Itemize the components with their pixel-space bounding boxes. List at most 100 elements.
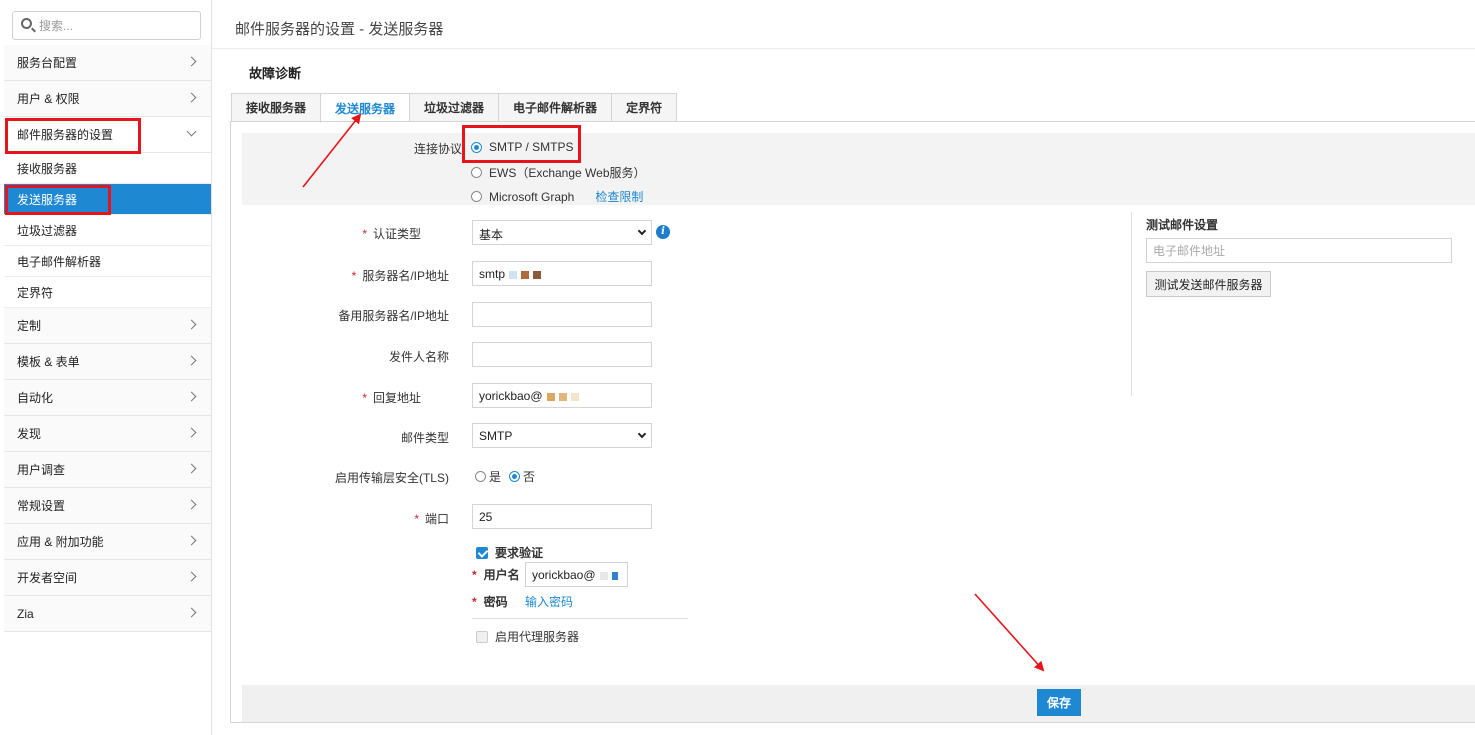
- sidebar-subitem-label: 垃圾过滤器: [17, 223, 78, 238]
- tab-incoming-server[interactable]: 接收服务器: [231, 93, 321, 122]
- search-box[interactable]: [12, 11, 201, 40]
- sender-name-input[interactable]: [472, 342, 652, 367]
- mail-type-label: 邮件类型: [400, 431, 449, 445]
- tls-option-yes[interactable]: 是: [475, 468, 501, 485]
- port-label: * 端口: [414, 512, 449, 526]
- test-email-input[interactable]: [1146, 238, 1452, 263]
- reply-address-value: yorickbao@: [479, 389, 543, 403]
- sidebar-item-label: 开发者空间: [17, 571, 78, 585]
- save-button[interactable]: 保存: [1037, 689, 1081, 716]
- search-input[interactable]: [39, 17, 194, 35]
- test-outgoing-server-button[interactable]: 测试发送邮件服务器: [1146, 271, 1271, 297]
- chevron-right-icon: [186, 56, 197, 67]
- info-icon[interactable]: i: [656, 225, 670, 239]
- require-auth-checkbox-row[interactable]: 要求验证: [476, 544, 543, 561]
- tab-spam-filter[interactable]: 垃圾过滤器: [409, 93, 499, 122]
- sidebar-subitem-outgoing-server[interactable]: 发送服务器: [4, 184, 211, 215]
- sidebar-item-label: 发现: [17, 427, 42, 441]
- page-header: 邮件服务器的设置 - 发送服务器: [212, 0, 1475, 49]
- auth-type-label: * 认证类型: [362, 227, 421, 241]
- sidebar-item-mail-server-settings[interactable]: 邮件服务器的设置: [4, 117, 211, 153]
- chevron-right-icon: [186, 391, 197, 402]
- sidebar-subitem-delimiter[interactable]: 定界符: [4, 277, 211, 308]
- radio-unselected[interactable]: [475, 471, 486, 482]
- app-window: 服务台配置 用户 & 权限 邮件服务器的设置 接收服务器 发送服务器 垃圾过滤器: [0, 0, 1475, 735]
- sidebar-item-label: 常规设置: [17, 499, 66, 513]
- protocol-option-label: EWS（Exchange Web服务）: [489, 166, 646, 180]
- username-label: * 用户名: [472, 567, 520, 583]
- port-value: 25: [479, 510, 493, 524]
- sidebar-item-helpdesk[interactable]: 服务台配置: [4, 45, 211, 81]
- protocol-option-ews[interactable]: EWS（Exchange Web服务）: [471, 164, 646, 181]
- sidebar-item-label: 自动化: [17, 391, 54, 405]
- chevron-right-icon: [186, 319, 197, 330]
- test-mail-settings-title: 测试邮件设置: [1146, 218, 1219, 232]
- auth-type-select[interactable]: 基本: [472, 220, 652, 245]
- sidebar-item-label: Zia: [17, 606, 34, 621]
- tab-email-parser[interactable]: 电子邮件解析器: [498, 93, 612, 122]
- sidebar-item-general-settings[interactable]: 常规设置: [4, 488, 211, 524]
- search-icon: [21, 18, 32, 29]
- sidebar-item-zia[interactable]: Zia: [4, 596, 211, 632]
- username-input[interactable]: yorickbao@: [525, 562, 628, 587]
- protocol-option-label: Microsoft Graph: [489, 189, 575, 204]
- enter-password-link[interactable]: 输入密码: [525, 593, 573, 610]
- chevron-right-icon: [186, 535, 197, 546]
- sidebar-item-developer-space[interactable]: 开发者空间: [4, 560, 211, 596]
- sidebar-item-users-permissions[interactable]: 用户 & 权限: [4, 81, 211, 117]
- chevron-right-icon: [186, 355, 197, 366]
- check-limits-link[interactable]: 检查限制: [595, 188, 643, 205]
- sidebar-subitem-incoming-server[interactable]: 接收服务器: [4, 153, 211, 184]
- sidebar-item-discovery[interactable]: 发现: [4, 416, 211, 452]
- radio-selected[interactable]: [509, 471, 520, 482]
- sender-name-label: 发件人名称: [388, 350, 449, 364]
- checkbox-unchecked[interactable]: [476, 630, 488, 643]
- checkbox-checked[interactable]: [476, 546, 488, 559]
- content-frame: [230, 121, 1475, 723]
- port-input[interactable]: 25: [472, 504, 652, 529]
- chevron-down-icon: [637, 429, 647, 439]
- sidebar-subitem-label: 定界符: [17, 285, 54, 300]
- radio-unselected[interactable]: [471, 191, 482, 202]
- tab-bar: 接收服务器 发送服务器 垃圾过滤器 电子邮件解析器 定界符: [231, 93, 678, 123]
- server-label: * 服务器名/IP地址: [351, 269, 449, 283]
- sidebar-subitem-email-parser[interactable]: 电子邮件解析器: [4, 246, 211, 277]
- chevron-right-icon: [186, 427, 197, 438]
- radio-selected[interactable]: [471, 141, 482, 153]
- chevron-right-icon: [186, 463, 197, 474]
- tls-no-label: 否: [523, 470, 536, 484]
- sidebar-item-label: 服务台配置: [17, 56, 78, 70]
- sidebar-subitem-label: 发送服务器: [17, 192, 78, 207]
- reply-address-input[interactable]: yorickbao@: [472, 383, 652, 408]
- chevron-right-icon: [186, 499, 197, 510]
- sidebar-item-label: 用户调查: [17, 463, 66, 477]
- proxy-checkbox-row[interactable]: 启用代理服务器: [476, 628, 579, 645]
- tls-option-no[interactable]: 否: [509, 468, 535, 485]
- tab-delimiter[interactable]: 定界符: [611, 93, 678, 122]
- backup-server-label: 备用服务器名/IP地址: [338, 309, 449, 323]
- backup-server-input[interactable]: [472, 302, 652, 327]
- password-label: * 密码: [472, 594, 508, 610]
- sidebar-item-label: 用户 & 权限: [17, 92, 80, 106]
- protocol-option-graph[interactable]: Microsoft Graph 检查限制: [471, 188, 643, 205]
- chevron-down-icon: [637, 226, 647, 236]
- sidebar-nav: 服务台配置 用户 & 权限 邮件服务器的设置 接收服务器 发送服务器 垃圾过滤器: [4, 45, 211, 632]
- mail-type-value: SMTP: [479, 429, 513, 443]
- vertical-divider: [1131, 212, 1132, 396]
- server-input[interactable]: smtp: [472, 261, 652, 286]
- protocol-option-smtp[interactable]: SMTP / SMTPS: [471, 140, 573, 154]
- tab-outgoing-server[interactable]: 发送服务器: [320, 93, 410, 123]
- sidebar-item-user-survey[interactable]: 用户调查: [4, 452, 211, 488]
- sidebar-item-templates-forms[interactable]: 模板 & 表单: [4, 344, 211, 380]
- footer-bar: [242, 685, 1475, 722]
- sidebar-item-automation[interactable]: 自动化: [4, 380, 211, 416]
- diagnostics-heading: 故障诊断: [249, 66, 302, 81]
- chevron-down-icon: [186, 126, 197, 137]
- mail-type-select[interactable]: SMTP: [472, 423, 652, 448]
- sidebar-item-label: 模板 & 表单: [17, 355, 80, 369]
- sidebar-subitem-spam-filter[interactable]: 垃圾过滤器: [4, 215, 211, 246]
- sidebar-item-customization[interactable]: 定制: [4, 308, 211, 344]
- sidebar-item-apps-addons[interactable]: 应用 & 附加功能: [4, 524, 211, 560]
- radio-unselected[interactable]: [471, 167, 482, 178]
- protocol-label: 连接协议: [413, 142, 462, 156]
